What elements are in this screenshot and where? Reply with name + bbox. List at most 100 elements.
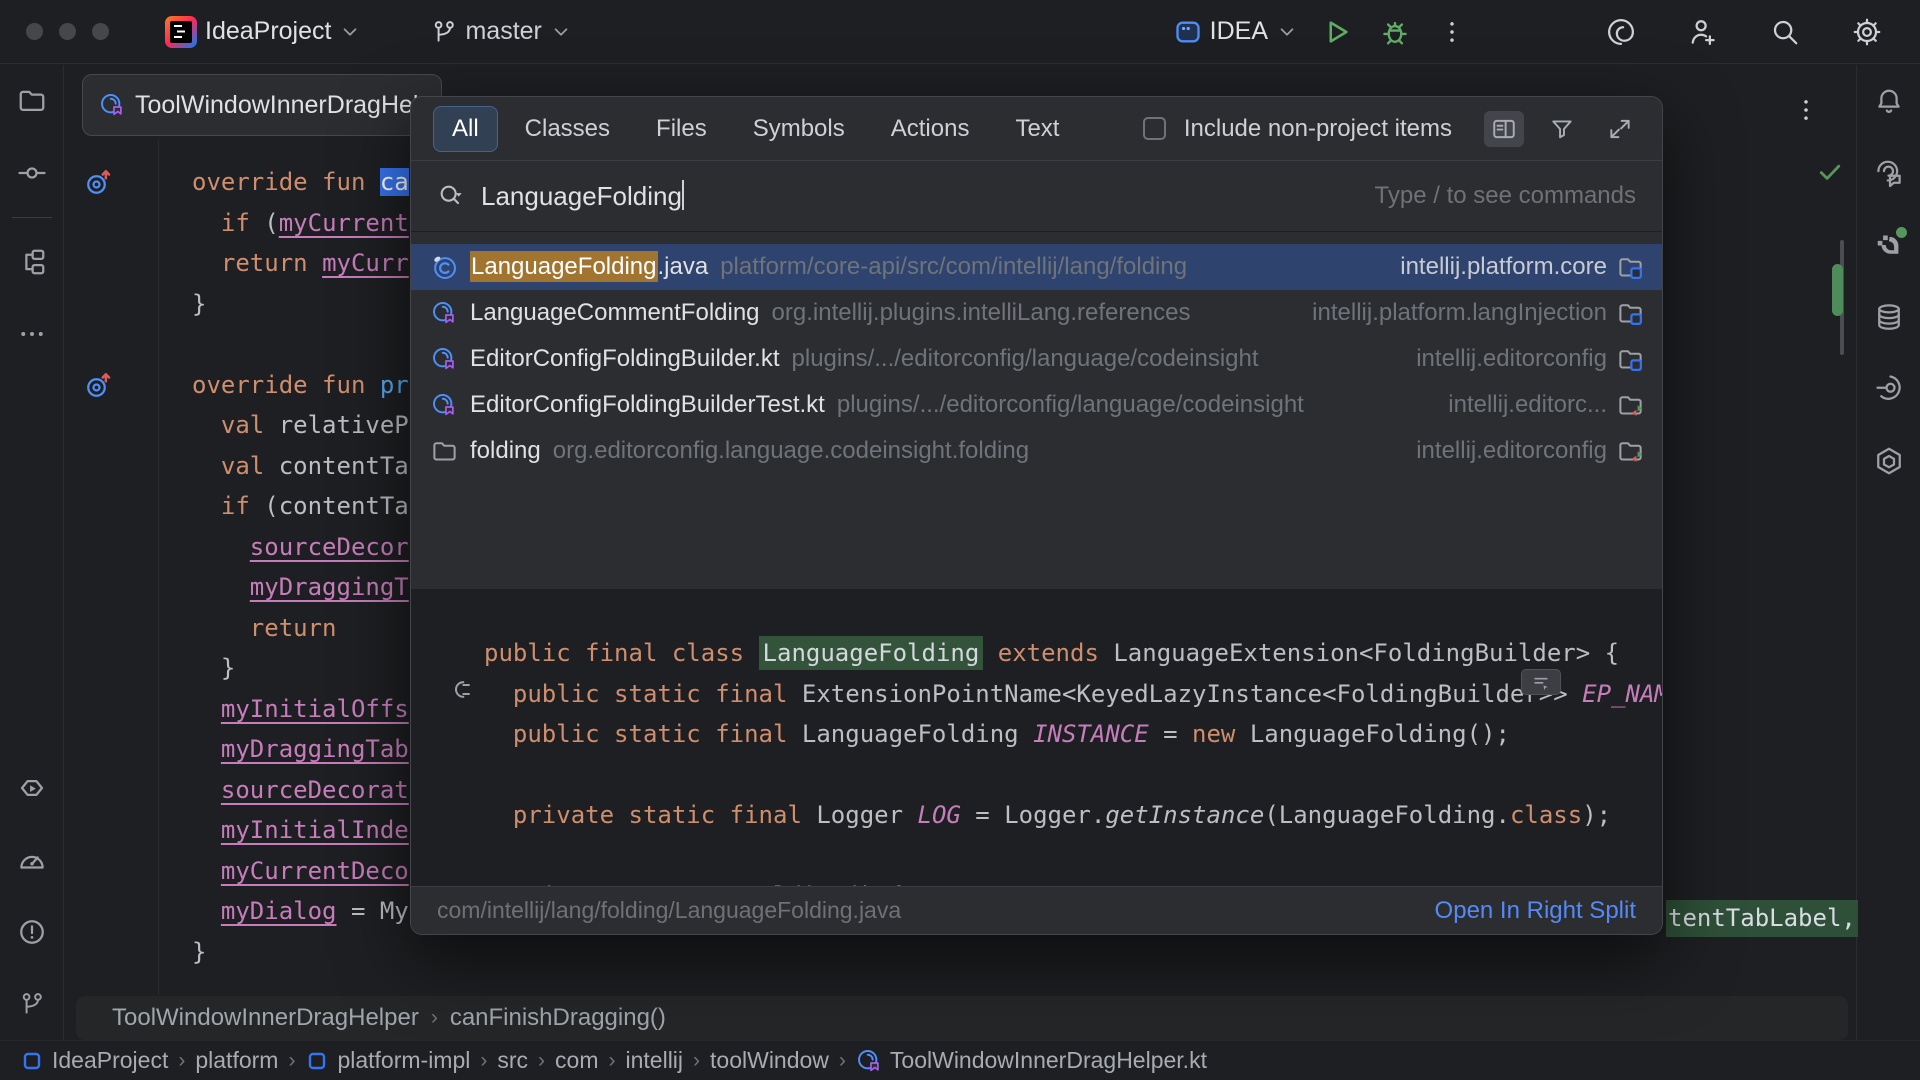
code-token: sourceDecor xyxy=(250,533,409,561)
inspections-ok-icon[interactable] xyxy=(1816,158,1844,186)
chevron-right-icon: › xyxy=(288,1049,295,1073)
statusbar-item[interactable]: intellij xyxy=(626,1047,684,1074)
search-field[interactable]: LanguageFolding Type / to see commands xyxy=(411,161,1662,232)
search-tab-text[interactable]: Text xyxy=(996,106,1078,152)
search-tab-actions[interactable]: Actions xyxy=(872,106,989,152)
settings-gear-icon[interactable] xyxy=(1848,13,1886,51)
preview-pane-icon[interactable] xyxy=(1484,111,1524,147)
project-folder-icon[interactable] xyxy=(10,79,54,123)
code-token: } xyxy=(192,290,206,318)
search-tab-files[interactable]: Files xyxy=(637,106,726,152)
code-token: class xyxy=(1510,801,1582,829)
preview-code-line: public static final ExtensionPointName<K… xyxy=(484,674,1662,715)
search-result-row[interactable]: EditorConfigFoldingBuilderTest.ktplugins… xyxy=(411,382,1662,428)
structure-icon[interactable] xyxy=(10,240,54,284)
statusbar-item[interactable]: IdeaProject xyxy=(20,1047,168,1074)
search-tab-symbols[interactable]: Symbols xyxy=(734,106,864,152)
result-name: folding xyxy=(470,437,541,465)
open-in-editor-icon[interactable] xyxy=(1600,111,1640,147)
include-non-project-checkbox[interactable] xyxy=(1143,117,1166,140)
services-icon[interactable] xyxy=(10,766,54,810)
ai-assistant-chat-icon[interactable] xyxy=(1867,151,1911,195)
code-token: myDialog xyxy=(221,897,337,925)
user-add-icon[interactable] xyxy=(1684,13,1722,51)
maximize-window-icon[interactable] xyxy=(92,23,109,40)
run-button[interactable] xyxy=(1318,13,1356,51)
close-window-icon[interactable] xyxy=(26,23,43,40)
search-tab-all[interactable]: All xyxy=(433,106,498,152)
title-bar: IdeaProject master IDEA xyxy=(0,0,1920,64)
search-result-row[interactable]: LanguageCommentFoldingorg.intellij.plugi… xyxy=(411,290,1662,336)
code-token: LanguageFolding(); xyxy=(1250,720,1510,748)
run-configuration-selector[interactable]: IDEA xyxy=(1174,17,1298,46)
minimize-window-icon[interactable] xyxy=(59,23,76,40)
result-name: EditorConfigFoldingBuilder.kt xyxy=(470,345,780,373)
statusbar-item-label: IdeaProject xyxy=(52,1047,168,1074)
statusbar-item[interactable]: com xyxy=(555,1047,598,1074)
open-in-right-split-button[interactable]: Open In Right Split xyxy=(1435,897,1636,925)
override-marker-icon[interactable] xyxy=(84,370,114,400)
search-result-row[interactable]: foldingorg.editorconfig.language.codeins… xyxy=(411,428,1662,474)
ai-spiral-icon[interactable] xyxy=(1602,13,1640,51)
statusbar-item[interactable]: platform-impl xyxy=(305,1047,470,1074)
code-token: if xyxy=(221,209,264,237)
code-token: = Logger. xyxy=(961,801,1106,829)
search-query-text: LanguageFolding xyxy=(481,180,684,212)
editor-tab[interactable]: ToolWindowInnerDragHelper.kt xyxy=(82,74,442,136)
statusbar-item[interactable]: ToolWindowInnerDragHelper.kt xyxy=(856,1047,1207,1074)
breadcrumb-class[interactable]: ToolWindowInnerDragHelper xyxy=(112,1004,419,1032)
module-test-icon xyxy=(1617,438,1644,465)
code-token xyxy=(192,776,221,804)
database-icon[interactable] xyxy=(1867,295,1911,339)
search-icon[interactable] xyxy=(1766,13,1804,51)
editor-code-line xyxy=(192,324,410,365)
editor-code-line: override fun pr xyxy=(192,365,410,406)
search-result-row[interactable]: EditorConfigFoldingBuilder.ktplugins/...… xyxy=(411,336,1662,382)
code-token: myCurr xyxy=(322,249,409,277)
code-token: return xyxy=(221,249,322,277)
search-with-history-icon[interactable] xyxy=(437,182,465,210)
code-token: myDraggingT xyxy=(250,573,409,601)
debug-button[interactable] xyxy=(1376,13,1414,51)
editor-code-area[interactable]: override fun ca if (myCurrent return myC… xyxy=(192,162,410,995)
window-controls[interactable] xyxy=(26,23,109,40)
breadcrumb-method[interactable]: canFinishDragging() xyxy=(450,1004,666,1032)
tab-options-kebab-icon[interactable] xyxy=(1792,96,1820,124)
version-control-icon[interactable] xyxy=(10,982,54,1026)
gradle-icon[interactable] xyxy=(1867,223,1911,267)
notifications-bell-icon[interactable] xyxy=(1867,79,1911,123)
dependencies-icon[interactable] xyxy=(1867,439,1911,483)
stripe-divider xyxy=(12,217,52,218)
more-actions-kebab-icon[interactable] xyxy=(1434,14,1470,50)
code-token xyxy=(192,533,250,561)
vcs-branch-widget[interactable]: master xyxy=(431,17,571,46)
editor-scroll-marker[interactable] xyxy=(1832,264,1843,316)
search-result-row[interactable]: LanguageFolding.javaplatform/core-api/sr… xyxy=(411,244,1662,290)
problems-icon[interactable] xyxy=(10,910,54,954)
left-tool-stripe xyxy=(0,65,64,1040)
endpoints-icon[interactable] xyxy=(1867,367,1911,411)
preview-pane: public final class LanguageFolding exten… xyxy=(411,589,1662,935)
code-token: (LanguageFolding. xyxy=(1264,801,1510,829)
editor-breadcrumbs: ToolWindowInnerDragHelper › canFinishDra… xyxy=(76,996,1848,1040)
code-token: public static final xyxy=(513,680,802,708)
chevron-right-icon: › xyxy=(431,1006,438,1030)
include-non-project-label[interactable]: Include non-project items xyxy=(1184,115,1452,143)
project-widget[interactable]: IdeaProject xyxy=(165,16,361,48)
profiler-icon[interactable] xyxy=(10,838,54,882)
statusbar-item[interactable]: src xyxy=(497,1047,528,1074)
more-tools-icon[interactable] xyxy=(10,312,54,356)
editor-code-line: if (myCurrent xyxy=(192,203,410,244)
statusbar-item[interactable]: toolWindow xyxy=(710,1047,829,1074)
result-module: intellij.platform.core xyxy=(1384,253,1607,281)
search-tab-classes[interactable]: Classes xyxy=(506,106,629,152)
inlay-options-icon[interactable] xyxy=(1521,669,1561,695)
search-occurrence-highlight: tentTabLabel, xyxy=(1666,900,1858,937)
commit-icon[interactable] xyxy=(10,151,54,195)
code-token xyxy=(192,857,221,885)
override-marker-icon[interactable] xyxy=(84,167,114,197)
statusbar-item[interactable]: platform xyxy=(195,1047,278,1074)
filter-icon[interactable] xyxy=(1542,111,1582,147)
chevron-right-icon: › xyxy=(693,1049,700,1073)
result-name: LanguageFolding.java xyxy=(470,253,708,281)
